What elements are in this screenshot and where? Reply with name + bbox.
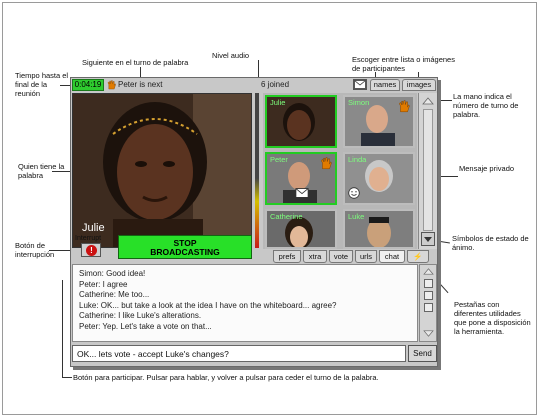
chat-line: Luke: OK... but take a look at the idea … — [79, 300, 337, 310]
chat-line: Peter: Yep. Let's take a vote on that... — [79, 321, 212, 331]
leader-line — [52, 171, 72, 172]
chat-control-button[interactable] — [424, 303, 433, 312]
annotation-audio-level: Nivel audio — [212, 51, 250, 60]
participant-name: Catherine — [270, 212, 303, 221]
participant-scrollbar[interactable] — [418, 93, 437, 249]
annotation-mood: Símbolos de estado de ánimo. — [452, 234, 529, 252]
chat-line: Catherine: Me too... — [79, 290, 150, 299]
chat-log: Simon: Good idea! Peter: I agree Catheri… — [72, 264, 418, 342]
participant-name: Julie — [270, 98, 286, 107]
chevron-down-icon — [424, 237, 432, 242]
tab-vote[interactable]: vote — [329, 250, 353, 263]
speaker-name: Julie — [82, 222, 105, 234]
conference-window: 0:04:19 Peter is next 6 joined names ima… — [70, 77, 438, 367]
chat-control-button[interactable] — [424, 291, 433, 300]
chat-line: Catherine: I like Luke's alterations. — [79, 311, 202, 320]
tab-names[interactable]: names — [370, 79, 400, 91]
interrupt-button[interactable]: ! — [81, 243, 101, 257]
smiley-mood-icon — [348, 187, 360, 199]
leader-line — [62, 280, 63, 377]
tool-tabs: prefs xtra vote urls chat ⚡ — [263, 250, 437, 264]
tab-prefs[interactable]: prefs — [273, 250, 301, 263]
speaker-video: Julie — [72, 93, 252, 248]
chat-control-button[interactable] — [424, 279, 433, 288]
audio-level-meter — [255, 93, 259, 248]
tab-urls[interactable]: urls — [355, 250, 377, 263]
participant-name: Luke — [348, 212, 365, 221]
annotation-participate: Botón para participar. Pulsar para habla… — [73, 373, 379, 382]
interrupt-label: Interrupt — [75, 235, 102, 242]
hand-icon — [320, 157, 332, 170]
participant-name: Linda — [348, 155, 367, 164]
annotation-hand: La mano indica el número de turno de pal… — [453, 92, 519, 119]
leader-line — [62, 377, 72, 378]
envelope-icon[interactable] — [295, 188, 309, 198]
chat-input[interactable] — [72, 345, 406, 362]
hand-icon — [398, 100, 410, 113]
chat-scrollbar[interactable] — [419, 264, 437, 342]
participant-name: Peter — [270, 155, 288, 164]
scroll-up-icon[interactable] — [422, 96, 434, 106]
participant-tile-simon[interactable]: Simon — [343, 95, 415, 148]
scroll-track[interactable] — [423, 109, 433, 231]
send-button[interactable]: Send — [408, 345, 437, 362]
meeting-timer: 0:04:19 — [72, 79, 104, 91]
stop-broadcasting-button[interactable]: STOP BROADCASTING — [118, 235, 252, 259]
participant-tile-peter[interactable]: Peter — [265, 152, 337, 205]
tab-chat[interactable]: chat — [379, 250, 405, 263]
tab-xtra[interactable]: xtra — [303, 250, 327, 263]
alert-icon: ! — [86, 245, 97, 256]
participant-tile-linda[interactable]: Linda — [343, 152, 415, 205]
chat-line: Simon: Good idea! — [79, 269, 146, 278]
hand-icon — [107, 80, 116, 90]
annotation-private-message: Mensaje privado — [459, 164, 515, 173]
tab-images[interactable]: images — [402, 79, 436, 91]
chat-line: Peter: I agree — [79, 279, 128, 289]
annotation-choose-list: Escoger entre lista o imágenes de partic… — [352, 55, 455, 73]
annotation-next-turn: Siguiente en el turno de palabra — [82, 58, 189, 67]
participant-name: Simon — [348, 98, 370, 107]
scroll-up-icon[interactable] — [423, 267, 434, 276]
participant-tile-catherine[interactable]: Catherine — [265, 209, 337, 249]
envelope-icon — [354, 80, 366, 89]
next-speaker: Peter is next — [118, 80, 163, 89]
scroll-down-icon[interactable] — [423, 329, 434, 338]
participant-tile-julie[interactable]: Julie — [265, 95, 337, 148]
annotation-tabs: Pestañas con diferentes utilidades que p… — [454, 300, 531, 336]
participant-tile-luke[interactable]: Luke — [343, 209, 415, 249]
broadcasting-label: BROADCASTING — [150, 247, 220, 257]
joined-count: 6 joined — [261, 80, 290, 89]
scroll-down-button[interactable] — [421, 232, 435, 246]
tab-lightning[interactable]: ⚡ — [407, 250, 429, 263]
participant-grid: Julie Simon Peter Linda Catherine Luke — [263, 93, 417, 249]
private-message-toggle[interactable] — [353, 79, 367, 90]
